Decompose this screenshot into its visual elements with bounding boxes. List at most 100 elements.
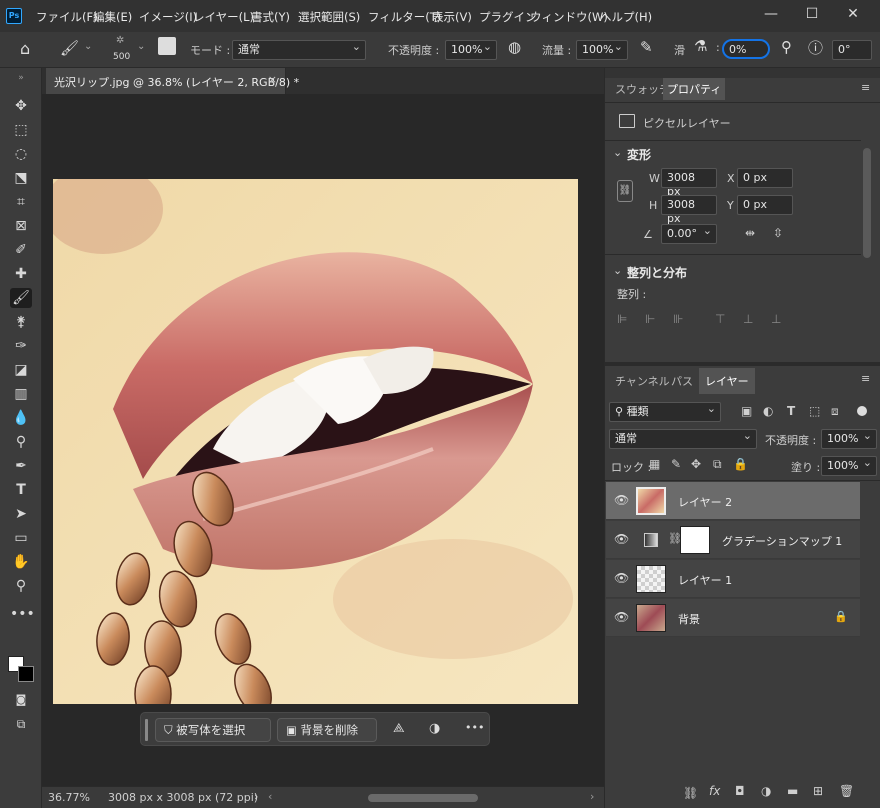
more-options-icon[interactable]: ••• <box>465 721 484 734</box>
align-right-icon[interactable]: ⊪ <box>673 312 683 326</box>
layer-name[interactable]: レイヤー 1 <box>678 572 732 588</box>
layer-row-gradient-map[interactable]: 👁 ⛓ グラデーションマップ 1 <box>606 521 860 559</box>
search-icon[interactable]: ⚲ <box>781 38 792 56</box>
flip-vertical-icon[interactable]: ⇳ <box>773 226 783 240</box>
layer-row-layer-2[interactable]: 👁 レイヤー 2 <box>606 482 860 520</box>
group-icon[interactable]: ▬ <box>787 784 798 798</box>
tab-properties[interactable]: プロパティ <box>663 78 726 100</box>
remove-background-button[interactable]: ▣ 背景を削除 <box>277 718 377 742</box>
document-canvas[interactable] <box>53 179 578 704</box>
align-section-title[interactable]: 整列と分布 <box>627 264 687 281</box>
zoom-tool-icon[interactable]: ⚲ <box>10 576 32 596</box>
minimize-button[interactable]: — <box>760 4 782 26</box>
history-brush-tool-icon[interactable]: ✑ <box>10 336 32 356</box>
lock-transparency-icon[interactable]: ▦ <box>649 457 660 471</box>
visibility-eye-icon[interactable]: 👁 <box>614 610 629 624</box>
zoom-level[interactable]: 36.77% <box>48 791 90 804</box>
layers-menu-icon[interactable]: ≡ <box>861 372 870 385</box>
tab-layers[interactable]: レイヤー <box>699 368 755 394</box>
visibility-eye-icon[interactable]: 👁 <box>614 493 629 507</box>
rotation-input[interactable]: 0.00° <box>661 224 717 244</box>
filter-smart-object-icon[interactable]: ⧈ <box>831 404 839 419</box>
lock-pixels-icon[interactable]: ✎ <box>671 457 681 471</box>
lock-artboard-icon[interactable]: ⧉ <box>713 457 722 472</box>
menu-file[interactable]: ファイル(F) <box>36 9 98 25</box>
flow-input[interactable]: 100% <box>576 40 628 60</box>
lasso-tool-icon[interactable]: ◌ <box>10 144 32 164</box>
align-left-icon[interactable]: ⊫ <box>617 312 627 326</box>
document-tab[interactable]: 光沢リップ.jpg @ 36.8% (レイヤー 2, RGB/8) * × <box>46 68 299 94</box>
dodge-tool-icon[interactable]: ⚲ <box>10 432 32 452</box>
align-top-icon[interactable]: ⊤ <box>715 312 725 326</box>
new-layer-icon[interactable]: ⊞ <box>813 784 823 798</box>
y-input[interactable]: 0 px <box>737 195 793 215</box>
menu-edit[interactable]: 編集(E) <box>93 9 132 25</box>
lock-all-icon[interactable]: 🔒 <box>733 457 748 471</box>
layer-name[interactable]: 背景 <box>678 611 700 627</box>
type-tool-icon[interactable]: T <box>10 480 32 500</box>
x-input[interactable]: 0 px <box>737 168 793 188</box>
screen-mode-icon[interactable]: ⧉ <box>10 714 32 734</box>
layer-opacity-input[interactable]: 100% <box>821 429 877 449</box>
healing-tool-icon[interactable]: ✚ <box>10 264 32 284</box>
height-input[interactable]: 3008 px <box>661 195 717 225</box>
move-tool-icon[interactable]: ✥ <box>10 96 32 116</box>
marquee-tool-icon[interactable]: ⬚ <box>10 120 32 140</box>
maximize-button[interactable]: ☐ <box>801 4 823 26</box>
layer-name[interactable]: レイヤー 2 <box>678 494 732 510</box>
filter-shape-icon[interactable]: ⬚ <box>809 404 820 418</box>
lock-position-icon[interactable]: ✥ <box>691 457 701 471</box>
layer-filter-select[interactable]: ⚲ 種類 <box>609 402 721 422</box>
menu-plugins[interactable]: プラグイン <box>479 9 537 25</box>
transform-icon[interactable]: ⟁ <box>393 721 405 736</box>
filter-pixel-icon[interactable]: ▣ <box>741 404 752 418</box>
visibility-eye-icon[interactable]: 👁 <box>614 532 629 546</box>
angle-input[interactable]: 0° <box>832 40 872 60</box>
blend-mode-select[interactable]: 通常 <box>609 429 757 449</box>
scroll-right-arrow[interactable]: › <box>590 790 594 803</box>
brush-preset-icon[interactable]: 🖌 <box>60 39 79 57</box>
layer-mask-thumbnail[interactable] <box>680 526 710 554</box>
layer-row-layer-1[interactable]: 👁 レイヤー 1 <box>606 560 860 598</box>
chevron-down-icon[interactable]: ⌄ <box>613 264 622 277</box>
menu-type[interactable]: 書式(Y) <box>251 9 290 25</box>
layer-row-background[interactable]: 👁 背景 🔒 <box>606 599 860 637</box>
menu-filter[interactable]: フィルター(T) <box>368 9 441 25</box>
menu-image[interactable]: イメージ(I) <box>139 9 197 25</box>
eyedropper-tool-icon[interactable]: ✐ <box>10 240 32 260</box>
background-color-swatch[interactable] <box>18 666 34 682</box>
close-window-button[interactable]: ✕ <box>842 4 864 26</box>
select-subject-button[interactable]: ⛉ 被写体を選択 <box>155 718 271 742</box>
stamp-tool-icon[interactable]: ⚵ <box>10 312 32 332</box>
collapse-icon[interactable]: » <box>10 68 32 88</box>
close-tab-icon[interactable]: × <box>268 73 277 86</box>
quick-mask-icon[interactable]: ◙ <box>10 690 32 710</box>
fx-icon[interactable]: fx <box>709 784 720 798</box>
drag-handle[interactable] <box>145 719 148 741</box>
filter-type-icon[interactable]: T <box>787 404 795 418</box>
adjustment-icon[interactable]: ◑ <box>429 721 440 736</box>
hand-tool-icon[interactable]: ✋ <box>10 552 32 572</box>
more-tools-icon[interactable]: ••• <box>10 604 35 624</box>
filter-adjustment-icon[interactable]: ◐ <box>763 404 773 418</box>
align-center-icon[interactable]: ⊩ <box>645 312 655 326</box>
transform-section-title[interactable]: 変形 <box>627 146 651 163</box>
tab-channels[interactable]: チャンネル <box>611 370 674 392</box>
visibility-eye-icon[interactable]: 👁 <box>614 571 629 585</box>
adjustment-layer-icon[interactable]: ◑ <box>761 784 771 798</box>
chevron-down-icon[interactable]: ⌄ <box>84 41 92 52</box>
add-mask-icon[interactable]: ◘ <box>735 784 745 798</box>
path-select-tool-icon[interactable]: ➤ <box>10 504 32 524</box>
properties-scrollbar[interactable] <box>863 148 871 258</box>
opacity-input[interactable]: 100% <box>445 40 497 60</box>
scroll-left-arrow[interactable]: ‹ <box>268 790 272 803</box>
layer-name[interactable]: グラデーションマップ 1 <box>722 533 842 549</box>
delete-layer-icon[interactable]: 🗑 <box>839 784 854 798</box>
help-icon[interactable]: ⓘ <box>808 37 823 58</box>
rectangle-tool-icon[interactable]: ▭ <box>10 528 32 548</box>
chevron-down-icon[interactable]: ⌄ <box>613 146 622 159</box>
brush-tool-icon[interactable]: 🖌 <box>10 288 32 308</box>
home-icon[interactable]: ⌂ <box>20 39 30 58</box>
mode-select[interactable]: 通常 <box>232 40 366 60</box>
link-icon[interactable]: ⛓ <box>617 180 633 202</box>
